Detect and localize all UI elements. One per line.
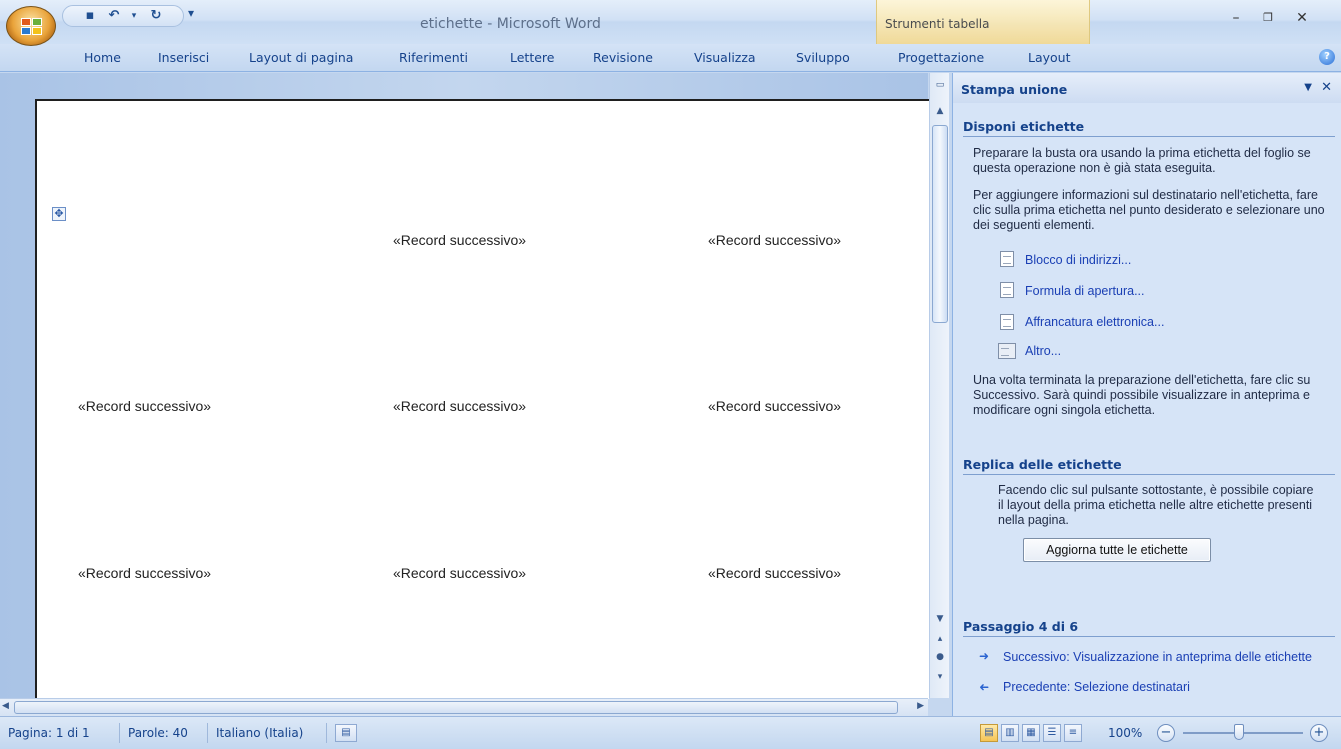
pane-close-icon[interactable]: ✕: [1321, 80, 1332, 95]
zoom-level[interactable]: 100%: [1108, 726, 1142, 740]
tab-home[interactable]: Home: [84, 50, 121, 65]
undo-icon[interactable]: ↶: [105, 8, 123, 24]
replicate-text: Facendo clic sul pulsante sottostante, è…: [998, 483, 1314, 527]
label-cell[interactable]: «Record successivo»: [393, 565, 526, 581]
undo-dropdown-icon[interactable]: ▾: [125, 8, 143, 24]
label-cell[interactable]: «Record successivo»: [708, 398, 841, 414]
zoom-in-icon[interactable]: +: [1310, 724, 1328, 742]
redo-icon[interactable]: ↻: [147, 8, 165, 24]
vertical-scrollbar[interactable]: ▭ ▲ ▼ ▴ ● ▾: [929, 73, 949, 698]
window-controls: – ❐ ✕: [1221, 8, 1341, 28]
context-tab-group: Strumenti tabella: [876, 0, 1090, 44]
greeting-line-icon: [1000, 282, 1014, 298]
section-heading: Replica delle etichette: [963, 457, 1335, 475]
tab-visualizza[interactable]: Visualizza: [694, 50, 756, 65]
pane-menu-icon[interactable]: ▼: [1304, 82, 1312, 93]
scroll-down-icon[interactable]: ▼: [932, 611, 948, 627]
context-group-label: Strumenti tabella: [885, 17, 990, 31]
instructions-text: Una volta terminata la preparazione dell…: [973, 373, 1311, 417]
customize-qat-icon[interactable]: ▾: [188, 6, 194, 20]
draft-view-icon[interactable]: ≡: [1064, 724, 1082, 742]
page-count[interactable]: Pagina: 1 di 1: [8, 726, 90, 740]
previous-step-link[interactable]: Precedente: Selezione destinatari: [1003, 680, 1190, 694]
tab-lettere[interactable]: Lettere: [510, 50, 554, 65]
close-icon[interactable]: ✕: [1287, 8, 1317, 28]
status-bar: Pagina: 1 di 1 Parole: 40 Italiano (Ital…: [0, 716, 1341, 749]
pane-header: Stampa unione ▼ ✕: [953, 73, 1341, 103]
label-cell[interactable]: «Record successivo»: [393, 232, 526, 248]
label-cell[interactable]: «Record successivo»: [708, 232, 841, 248]
pane-title: Stampa unione: [961, 82, 1068, 97]
minimize-icon[interactable]: –: [1221, 8, 1251, 28]
help-icon[interactable]: ?: [1319, 49, 1335, 65]
previous-arrow-icon: ➜: [979, 680, 990, 694]
previous-page-icon[interactable]: ▴: [932, 631, 948, 647]
mail-merge-pane: Stampa unione ▼ ✕ Disponi etichette Prep…: [952, 73, 1341, 716]
office-button[interactable]: [6, 6, 56, 46]
language-indicator[interactable]: Italiano (Italia): [216, 726, 303, 740]
electronic-postage-icon: [1000, 314, 1014, 330]
restore-icon[interactable]: ❐: [1253, 8, 1283, 28]
tab-revisione[interactable]: Revisione: [593, 50, 653, 65]
next-arrow-icon: ➜: [979, 649, 990, 663]
full-screen-reading-icon[interactable]: ▥: [1001, 724, 1019, 742]
label-cell[interactable]: «Record successivo»: [708, 565, 841, 581]
tab-progettazione[interactable]: Progettazione: [898, 50, 984, 65]
scroll-thumb[interactable]: [932, 125, 948, 323]
section-heading: Disponi etichette: [963, 119, 1335, 137]
tab-inserisci[interactable]: Inserisci: [158, 50, 209, 65]
scroll-right-icon[interactable]: ▶: [917, 701, 924, 711]
window-title: etichette - Microsoft Word: [420, 16, 601, 32]
scroll-up-icon[interactable]: ▲: [932, 103, 948, 119]
office-logo-icon: [21, 18, 43, 36]
step-heading: Passaggio 4 di 6: [963, 619, 1335, 637]
scroll-left-icon[interactable]: ◀: [2, 701, 9, 711]
next-page-icon[interactable]: ▾: [932, 669, 948, 685]
address-block-icon: [1000, 251, 1014, 267]
status-divider: [119, 723, 120, 743]
more-items-icon: [998, 343, 1016, 359]
document-area: [0, 73, 929, 699]
quick-access-toolbar: ▪ ↶ ▾ ↻: [62, 5, 184, 27]
tab-sviluppo[interactable]: Sviluppo: [796, 50, 850, 65]
save-icon[interactable]: ▪: [81, 8, 99, 24]
instructions-text: Preparare la busta ora usando la prima e…: [973, 146, 1311, 175]
web-layout-view-icon[interactable]: ▦: [1022, 724, 1040, 742]
outline-view-icon[interactable]: ☰: [1043, 724, 1061, 742]
greeting-line-link[interactable]: Formula di apertura...: [1025, 284, 1145, 298]
instructions-text: Per aggiungere informazioni sul destinat…: [973, 188, 1325, 232]
tab-riferimenti[interactable]: Riferimenti: [399, 50, 468, 65]
label-cell[interactable]: «Record successivo»: [393, 398, 526, 414]
horizontal-scrollbar[interactable]: ◀ ▶: [0, 698, 928, 716]
ribbon-tabs: Home Inserisci Layout di pagina Riferime…: [0, 44, 1341, 72]
title-bar: ▪ ↶ ▾ ↻ ▾ etichette - Microsoft Word Str…: [0, 0, 1341, 46]
status-divider: [326, 723, 327, 743]
label-cell[interactable]: «Record successivo»: [78, 398, 211, 414]
horizontal-scroll-thumb[interactable]: [14, 701, 898, 714]
next-step-link[interactable]: Successivo: Visualizzazione in anteprima…: [1003, 650, 1339, 664]
tab-layout-di-pagina[interactable]: Layout di pagina: [249, 50, 353, 65]
table-move-handle-icon[interactable]: ✥: [52, 207, 66, 221]
ruler-toggle-icon[interactable]: ▭: [932, 77, 948, 93]
tab-layout[interactable]: Layout: [1028, 50, 1071, 65]
print-layout-view-icon[interactable]: ▤: [980, 724, 998, 742]
word-count[interactable]: Parole: 40: [128, 726, 188, 740]
electronic-postage-link[interactable]: Affrancatura elettronica...: [1025, 315, 1164, 329]
label-cell[interactable]: «Record successivo»: [78, 565, 211, 581]
zoom-out-icon[interactable]: −: [1157, 724, 1175, 742]
update-all-labels-button[interactable]: Aggiorna tutte le etichette: [1023, 538, 1211, 562]
status-divider: [207, 723, 208, 743]
macro-record-icon[interactable]: ▤: [335, 724, 357, 742]
browse-object-icon[interactable]: ●: [932, 649, 948, 665]
more-items-link[interactable]: Altro...: [1025, 344, 1061, 358]
zoom-slider-thumb[interactable]: [1234, 724, 1244, 740]
address-block-link[interactable]: Blocco di indirizzi...: [1025, 253, 1131, 267]
